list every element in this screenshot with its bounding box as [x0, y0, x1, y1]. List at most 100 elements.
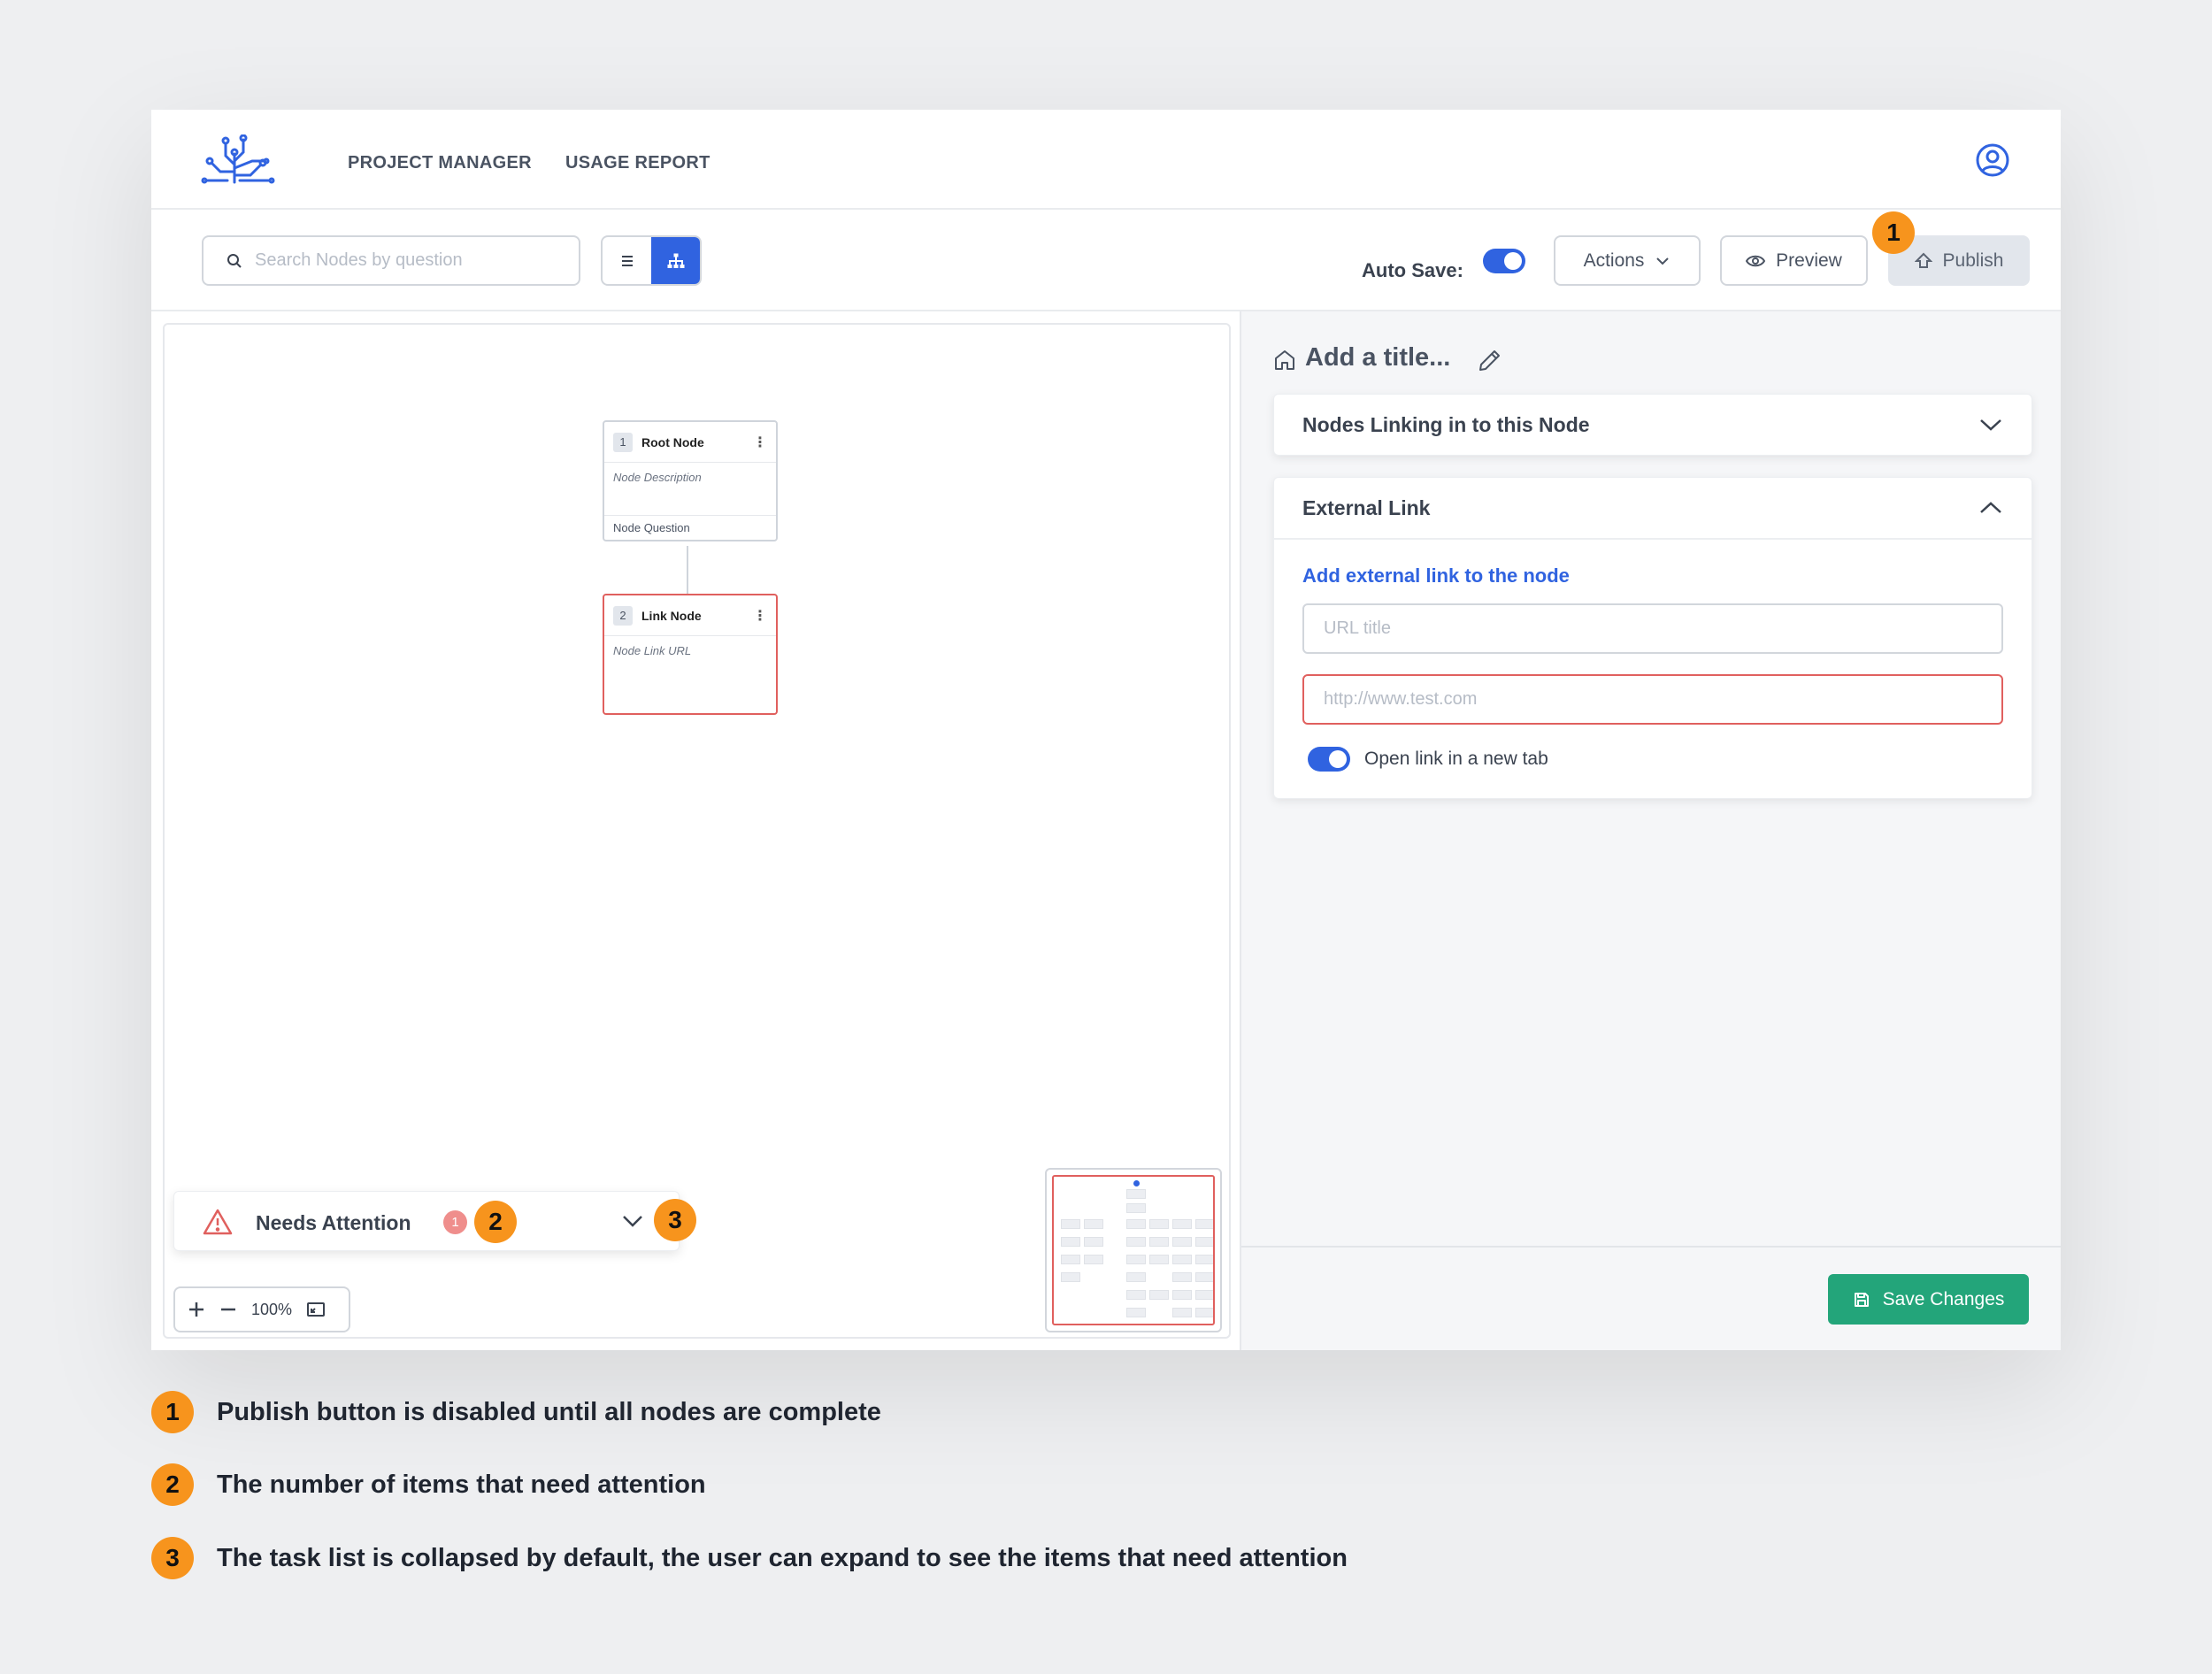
kebab-menu-icon[interactable]: ⋮ — [753, 607, 767, 625]
search-input[interactable] — [255, 250, 547, 271]
external-link-section: External Link Add external link to the n… — [1273, 477, 2032, 799]
node-header: 2 Link Node ⋮ — [604, 595, 776, 636]
top-header: PROJECT MANAGER USAGE REPORT — [151, 110, 2061, 210]
minimap-node — [1126, 1290, 1146, 1300]
url-field[interactable] — [1302, 674, 2003, 725]
minimap-node — [1195, 1219, 1213, 1229]
minimap-node — [1172, 1308, 1192, 1317]
link-node-card[interactable]: 2 Link Node ⋮ Node Link URL — [603, 594, 778, 715]
minimap-node — [1149, 1219, 1169, 1229]
section-header[interactable]: External Link — [1274, 478, 2032, 538]
new-tab-toggle[interactable] — [1308, 747, 1350, 772]
kebab-menu-icon[interactable]: ⋮ — [753, 434, 767, 451]
minimap-node — [1084, 1219, 1103, 1229]
chevron-down-icon[interactable] — [621, 1213, 644, 1229]
zoom-in-icon[interactable] — [188, 1301, 205, 1318]
note-marker: 2 — [151, 1463, 194, 1506]
minimap-node — [1195, 1272, 1213, 1282]
preview-button[interactable]: Preview — [1720, 235, 1868, 286]
tree-view-button[interactable] — [651, 237, 700, 284]
node-connector — [687, 546, 688, 601]
callout-marker-1: 1 — [1872, 211, 1915, 254]
node-question: Node Question — [604, 515, 776, 540]
callout-marker-3: 3 — [654, 1199, 696, 1241]
root-node-card[interactable]: 1 Root Node ⋮ Node Description Node Ques… — [603, 420, 778, 541]
nav-project-manager[interactable]: PROJECT MANAGER — [348, 153, 532, 173]
minimap-node — [1061, 1237, 1080, 1247]
minimap-node — [1061, 1255, 1080, 1264]
tree-logo-icon[interactable] — [201, 134, 275, 184]
node-link-url: Node Link URL — [613, 644, 692, 657]
minimap-node — [1126, 1308, 1146, 1317]
search-icon — [227, 253, 242, 268]
minimap-node — [1195, 1308, 1213, 1317]
minimap-node — [1172, 1255, 1192, 1264]
note-text: Publish button is disabled until all nod… — [217, 1397, 881, 1426]
publish-label: Publish — [1942, 250, 2004, 271]
url-input[interactable] — [1324, 689, 1982, 710]
needs-attention-panel[interactable]: Needs Attention 1 2 3 — [173, 1191, 696, 1251]
actions-dropdown[interactable]: Actions — [1554, 235, 1701, 286]
minimap-node — [1126, 1272, 1146, 1282]
zoom-out-icon[interactable] — [219, 1301, 237, 1318]
list-view-button[interactable] — [603, 237, 651, 284]
autosave-label: Auto Save: — [1362, 259, 1463, 281]
nodes-linking-section[interactable]: Nodes Linking in to this Node — [1273, 394, 2032, 456]
note-text: The task list is collapsed by default, t… — [217, 1543, 1348, 1572]
annotation-note-1: 1 Publish button is disabled until all n… — [151, 1391, 881, 1433]
minimap-node — [1172, 1272, 1192, 1282]
minimap-node — [1195, 1237, 1213, 1247]
actions-label: Actions — [1583, 250, 1645, 271]
node-title: Root Node — [641, 434, 704, 449]
upload-icon — [1914, 252, 1932, 268]
callout-marker-2: 2 — [474, 1201, 517, 1243]
eye-icon — [1746, 255, 1766, 266]
minimap-node — [1172, 1219, 1192, 1229]
url-title-field[interactable] — [1302, 603, 2003, 654]
fit-screen-icon[interactable] — [306, 1301, 326, 1318]
minimap-node — [1084, 1255, 1103, 1264]
minimap-root-dot — [1133, 1180, 1140, 1186]
preview-label: Preview — [1776, 250, 1842, 271]
view-toggle — [601, 235, 702, 286]
minimap-node — [1061, 1219, 1080, 1229]
url-title-input[interactable] — [1324, 618, 1982, 639]
node-number: 1 — [613, 432, 633, 452]
minimap-node — [1172, 1237, 1192, 1247]
minimap-viewport[interactable] — [1052, 1175, 1215, 1325]
autosave-toggle[interactable] — [1483, 249, 1525, 273]
note-marker: 3 — [151, 1537, 194, 1579]
nav-usage-report[interactable]: USAGE REPORT — [565, 153, 710, 173]
minimap-node — [1149, 1290, 1169, 1300]
minimap-node — [1126, 1189, 1146, 1199]
minimap-node — [1061, 1272, 1080, 1282]
hierarchy-icon — [667, 253, 684, 268]
new-tab-option: Open link in a new tab — [1302, 745, 2003, 773]
attention-count-badge: 1 — [443, 1210, 467, 1234]
chevron-down-icon — [1656, 257, 1670, 265]
section-body: Add external link to the node Open link … — [1274, 538, 2032, 798]
annotation-note-2: 2 The number of items that need attentio… — [151, 1463, 706, 1506]
minimap-node — [1149, 1255, 1169, 1264]
search-box[interactable] — [202, 235, 580, 286]
edit-pencil-icon[interactable] — [1477, 347, 1503, 373]
section-header[interactable]: Nodes Linking in to this Node — [1274, 395, 2032, 455]
node-title-heading[interactable]: Add a title... — [1305, 343, 1450, 372]
toolbar: Auto Save: Actions Preview Publish 1 — [151, 210, 2061, 311]
section-title: External Link — [1302, 495, 1431, 519]
minimap-node — [1195, 1290, 1213, 1300]
new-tab-label: Open link in a new tab — [1364, 749, 1548, 769]
section-title: Nodes Linking in to this Node — [1302, 412, 1590, 436]
needs-attention-label: Needs Attention — [256, 1211, 411, 1234]
node-canvas[interactable]: 1 Root Node ⋮ Node Description Node Ques… — [163, 323, 1231, 1339]
minimap-node — [1084, 1237, 1103, 1247]
minimap[interactable] — [1045, 1168, 1222, 1332]
user-avatar-icon[interactable] — [1975, 142, 2010, 178]
minimap-node — [1149, 1237, 1169, 1247]
minimap-node — [1126, 1237, 1146, 1247]
minimap-node — [1126, 1255, 1146, 1264]
chevron-up-icon — [1980, 502, 2001, 513]
save-changes-button[interactable]: Save Changes — [1828, 1274, 2029, 1325]
home-icon — [1275, 350, 1294, 370]
save-disk-icon — [1854, 1292, 1869, 1307]
